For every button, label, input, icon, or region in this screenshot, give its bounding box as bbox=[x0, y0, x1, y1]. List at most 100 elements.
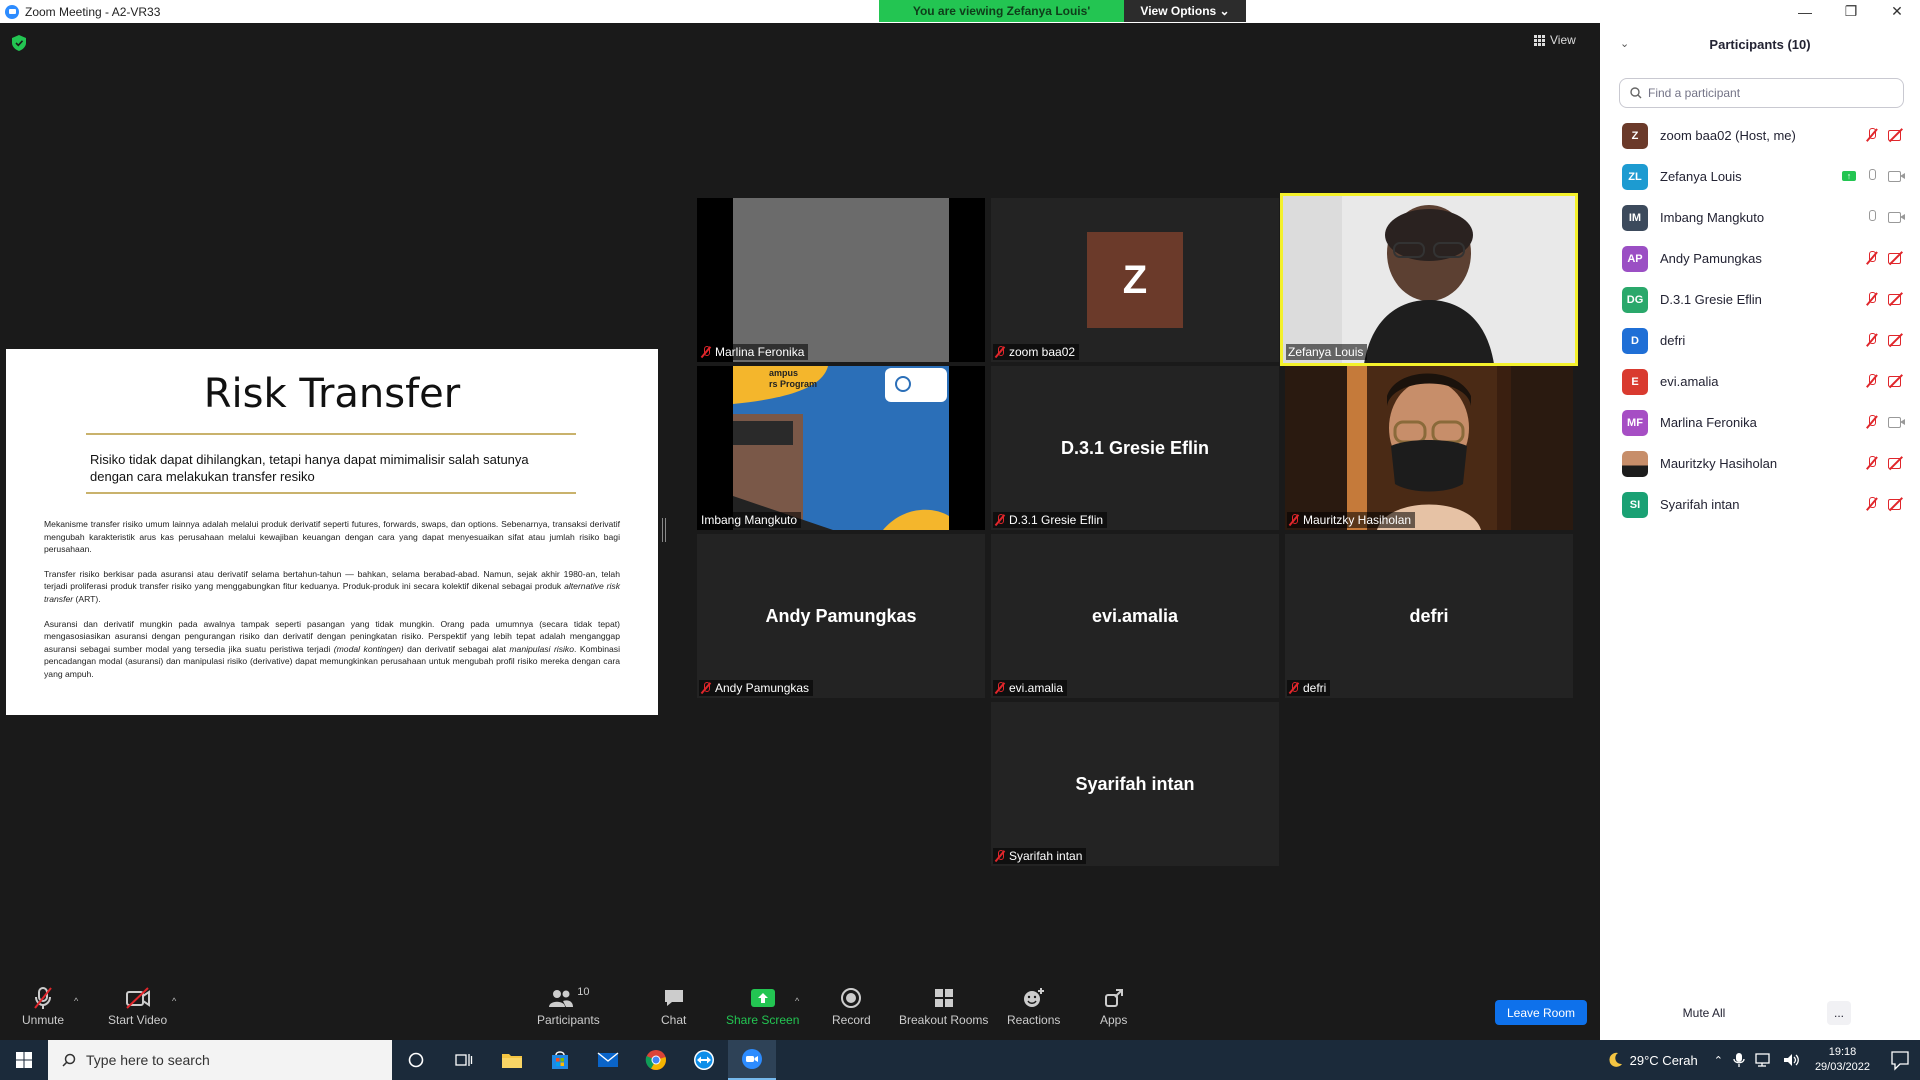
video-tile[interactable]: defri defri bbox=[1285, 534, 1573, 698]
video-icon bbox=[1888, 416, 1906, 428]
video-tile[interactable]: Mauritzky Hasiholan bbox=[1285, 366, 1573, 530]
view-options-button[interactable]: View Options ⌄ bbox=[1124, 0, 1246, 22]
participant-row[interactable]: Ddefri bbox=[1600, 320, 1920, 361]
share-options-caret[interactable]: ^ bbox=[795, 996, 799, 1006]
video-tile-active-speaker[interactable]: Zefanya Louis bbox=[1280, 193, 1578, 366]
more-options-button[interactable]: ... bbox=[1827, 1001, 1851, 1025]
video-options-caret[interactable]: ^ bbox=[172, 996, 176, 1006]
mute-all-button[interactable]: Mute All bbox=[1656, 1001, 1752, 1025]
show-hidden-icons-chevron-icon[interactable]: ⌃ bbox=[1714, 1054, 1723, 1067]
start-video-button[interactable]: Start Video bbox=[108, 986, 167, 1027]
apps-button[interactable]: Apps bbox=[1100, 986, 1127, 1027]
mic-muted-icon bbox=[1866, 456, 1878, 470]
view-button[interactable]: View bbox=[1534, 33, 1576, 47]
tile-name: zoom baa02 bbox=[1009, 345, 1076, 359]
leave-room-button[interactable]: Leave Room bbox=[1495, 1000, 1587, 1025]
reactions-label: Reactions bbox=[1007, 1013, 1061, 1027]
title-bar: Zoom Meeting - A2-VR33 You are viewing Z… bbox=[0, 0, 1920, 40]
taskbar-clock[interactable]: 19:18 29/03/2022 bbox=[1815, 1045, 1870, 1075]
notifications-icon[interactable] bbox=[1880, 1040, 1920, 1080]
apps-icon bbox=[1103, 986, 1125, 1010]
taskbar-app-store[interactable] bbox=[536, 1040, 584, 1080]
task-view-button[interactable] bbox=[440, 1040, 488, 1080]
video-tile[interactable]: ampus rs Program Imbang Mangkuto bbox=[697, 366, 985, 530]
reactions-button[interactable]: Reactions bbox=[1007, 986, 1060, 1027]
tile-name: evi.amalia bbox=[1009, 681, 1064, 695]
video-tile[interactable]: Z zoom baa02 bbox=[991, 198, 1279, 362]
taskbar-app-file-explorer[interactable] bbox=[488, 1040, 536, 1080]
participant-search-input[interactable] bbox=[1648, 86, 1888, 100]
slide-title: Risk Transfer bbox=[203, 371, 461, 417]
minimize-button[interactable]: — bbox=[1782, 0, 1828, 23]
share-banner-message: You are viewing Zefanya Louis' screen bbox=[879, 0, 1124, 40]
participant-name: Mauritzky Hasiholan bbox=[1660, 456, 1778, 471]
taskbar-app-zoom[interactable] bbox=[728, 1040, 776, 1080]
participant-row[interactable]: Zzoom baa02 (Host, me) bbox=[1600, 115, 1920, 156]
video-tile[interactable]: Syarifah intan Syarifah intan bbox=[991, 702, 1279, 866]
share-banner: You are viewing Zefanya Louis' screen Vi… bbox=[879, 0, 1246, 40]
taskbar-search-box[interactable]: Type here to search bbox=[48, 1040, 392, 1080]
breakout-rooms-button[interactable]: Breakout Rooms bbox=[899, 986, 988, 1027]
participant-row[interactable]: Mauritzky Hasiholan bbox=[1600, 443, 1920, 484]
participant-status-icons bbox=[1866, 415, 1906, 429]
participants-button[interactable]: 10 Participants bbox=[537, 986, 600, 1027]
encryption-shield-icon[interactable] bbox=[12, 35, 26, 51]
video-tile[interactable]: evi.amalia evi.amalia bbox=[991, 534, 1279, 698]
mic-muted-icon bbox=[1866, 292, 1878, 306]
cortana-button[interactable] bbox=[392, 1040, 440, 1080]
restore-button[interactable]: ❐ bbox=[1828, 0, 1874, 23]
participant-row[interactable]: MF Marlina Feronika bbox=[1600, 402, 1920, 443]
video-icon bbox=[1888, 211, 1906, 223]
participant-status-icons bbox=[1866, 210, 1906, 224]
taskbar-app-teamviewer[interactable] bbox=[680, 1040, 728, 1080]
network-icon[interactable] bbox=[1755, 1053, 1773, 1067]
close-button[interactable]: ✕ bbox=[1874, 0, 1920, 23]
avatar: Z bbox=[1622, 122, 1648, 149]
search-icon bbox=[62, 1053, 76, 1067]
participants-panel-title: Participants (10) bbox=[1709, 37, 1811, 52]
split-view-handle[interactable] bbox=[662, 518, 666, 542]
participant-name: defri bbox=[1660, 333, 1686, 348]
video-tile[interactable]: Marlina Feronika bbox=[697, 198, 985, 362]
search-icon bbox=[1630, 87, 1642, 99]
avatar: SI bbox=[1622, 491, 1648, 518]
video-tile[interactable]: Andy Pamungkas Andy Pamungkas bbox=[697, 534, 985, 698]
video-tile[interactable]: D.3.1 Gresie Eflin D.3.1 Gresie Eflin bbox=[991, 366, 1279, 530]
windows-start-button[interactable] bbox=[0, 1040, 48, 1080]
share-screen-button[interactable]: Share Screen bbox=[726, 986, 799, 1027]
microphone-icon[interactable] bbox=[1733, 1052, 1745, 1068]
participants-label: Participants bbox=[537, 1013, 600, 1027]
apps-label: Apps bbox=[1100, 1013, 1128, 1027]
record-button[interactable]: Record bbox=[832, 986, 871, 1027]
mic-muted-icon bbox=[32, 986, 54, 1010]
participant-display-name: D.3.1 Gresie Eflin bbox=[1060, 437, 1210, 458]
weather-text[interactable]: 29°C Cerah bbox=[1630, 1053, 1698, 1068]
participant-row[interactable]: SI Syarifah intan bbox=[1600, 484, 1920, 525]
video-off-icon bbox=[1888, 293, 1906, 305]
audio-options-caret[interactable]: ^ bbox=[74, 996, 78, 1006]
tile-name-label: Marlina Feronika bbox=[699, 344, 809, 360]
taskbar-app-mail[interactable] bbox=[584, 1040, 632, 1080]
participant-name: evi.amalia bbox=[1660, 374, 1719, 389]
participant-row[interactable]: Eevi.amalia bbox=[1600, 361, 1920, 402]
mic-muted-icon bbox=[1866, 128, 1878, 142]
weather-moon-icon[interactable] bbox=[1606, 1051, 1624, 1069]
participant-row[interactable]: ZL Zefanya Louis ↑ bbox=[1600, 156, 1920, 197]
volume-icon[interactable] bbox=[1783, 1053, 1801, 1067]
store-icon bbox=[552, 1051, 568, 1069]
participant-row[interactable]: AP Andy Pamungkas bbox=[1600, 238, 1920, 279]
chat-label: Chat bbox=[661, 1013, 687, 1027]
mic-muted-icon bbox=[1289, 514, 1299, 526]
tile-name-label: Andy Pamungkas bbox=[699, 680, 814, 696]
unmute-button[interactable]: Unmute bbox=[22, 986, 64, 1027]
avatar: E bbox=[1622, 368, 1648, 395]
chat-button[interactable]: Chat bbox=[661, 986, 686, 1027]
mic-muted-icon bbox=[995, 346, 1005, 358]
tile-name-label: D.3.1 Gresie Eflin bbox=[993, 512, 1108, 528]
participant-row[interactable]: IM Imbang Mangkuto bbox=[1600, 197, 1920, 238]
cortana-circle-icon bbox=[408, 1052, 424, 1068]
participant-row[interactable]: DG D.3.1 Gresie Eflin bbox=[1600, 279, 1920, 320]
mic-muted-icon bbox=[701, 682, 711, 694]
tile-name-label: defri bbox=[1287, 680, 1331, 696]
taskbar-app-chrome[interactable] bbox=[632, 1040, 680, 1080]
